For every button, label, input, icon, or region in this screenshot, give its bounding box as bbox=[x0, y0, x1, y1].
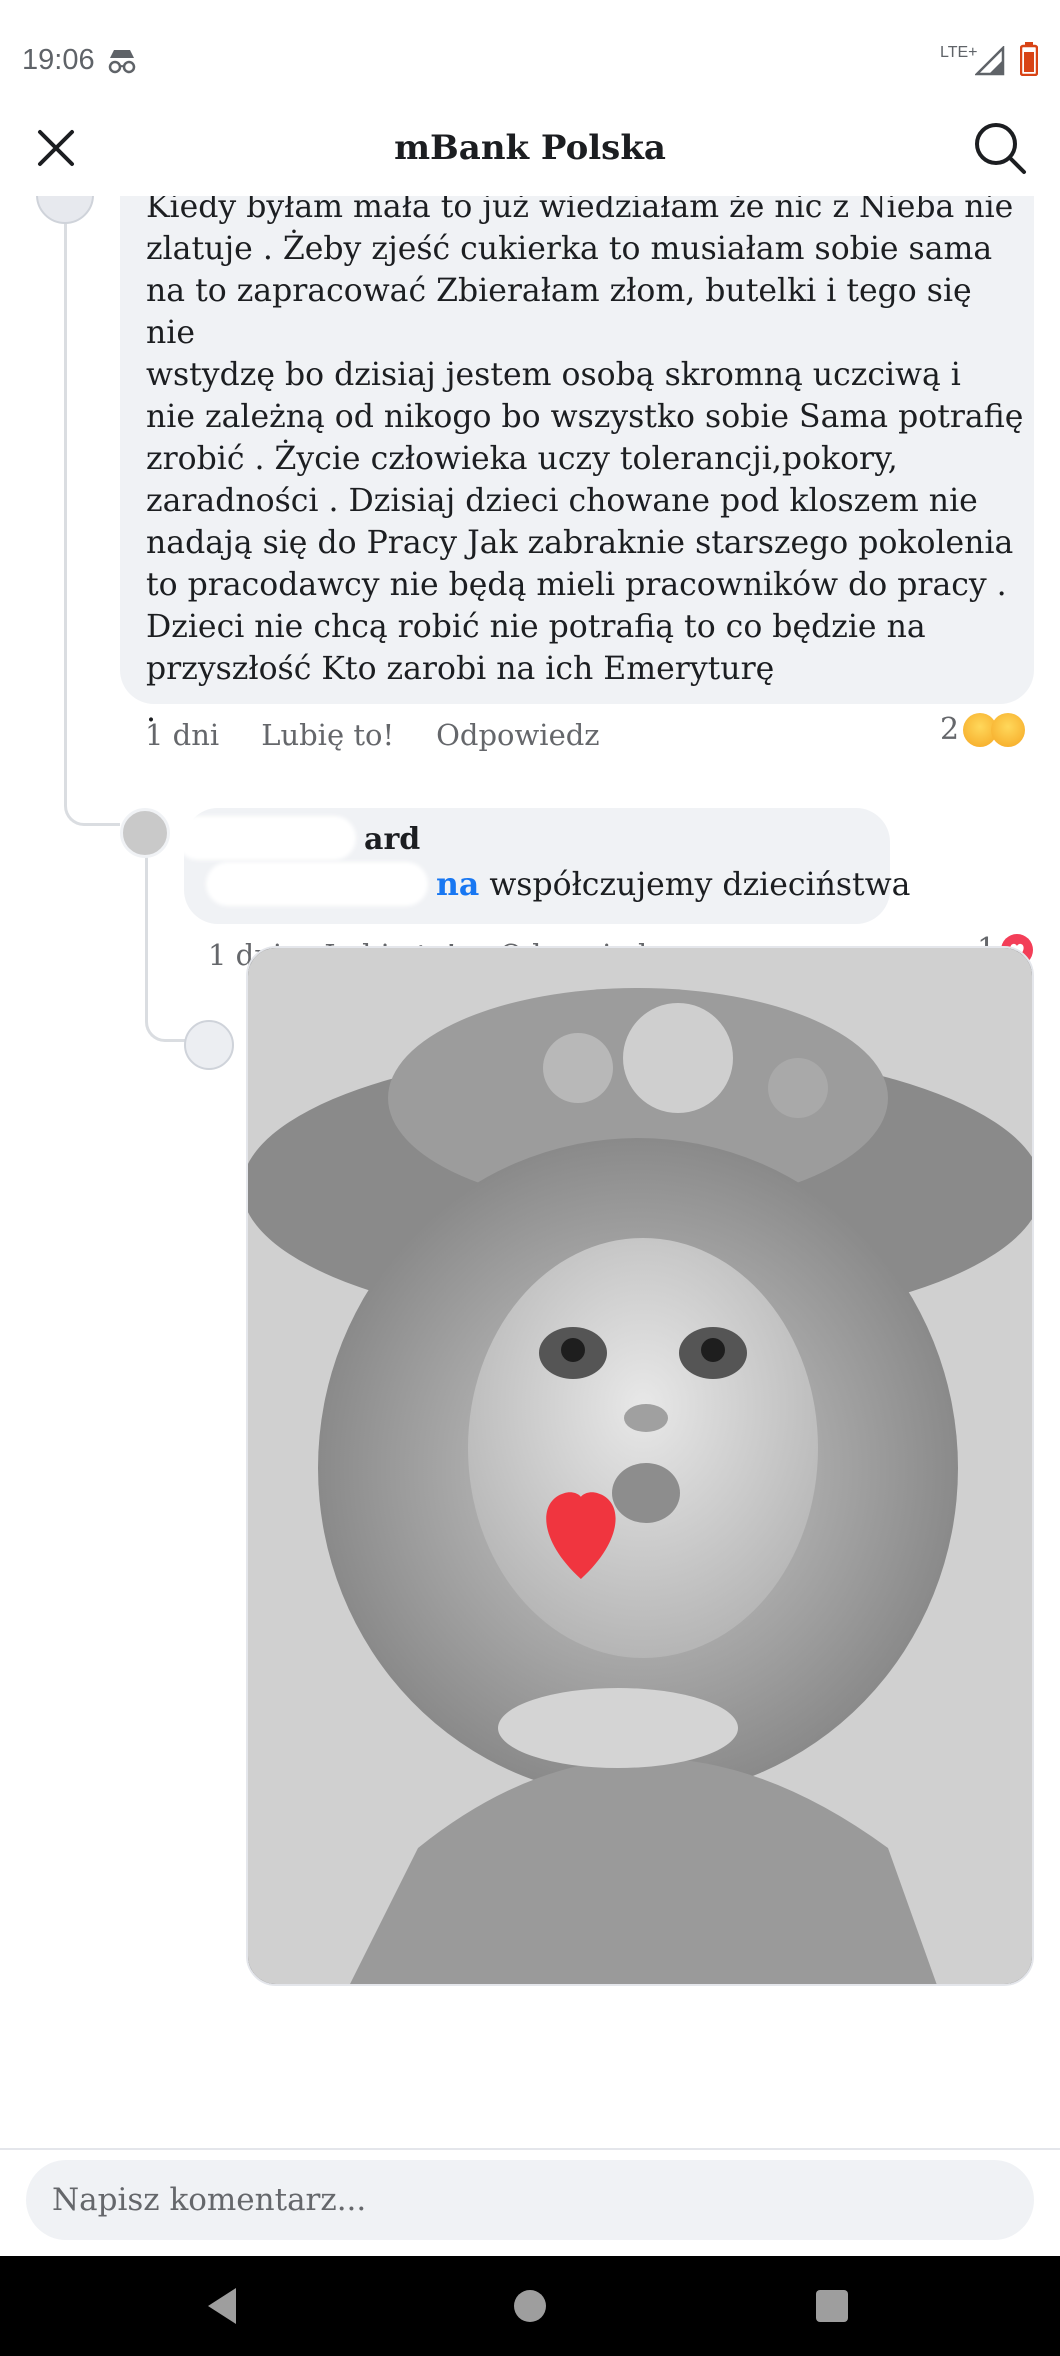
battery-icon bbox=[1020, 42, 1038, 76]
back-icon[interactable] bbox=[204, 2286, 240, 2326]
comment-author[interactable]: ard bbox=[364, 822, 420, 857]
status-time: 19:06 bbox=[22, 44, 95, 76]
system-navigation-bar bbox=[0, 2256, 1060, 2356]
signal-icon bbox=[975, 46, 1005, 76]
recents-icon[interactable] bbox=[816, 2290, 848, 2322]
network-type: LTE+ bbox=[940, 44, 978, 61]
app-header: mBank Polska bbox=[0, 100, 1060, 196]
avatar[interactable] bbox=[184, 1020, 234, 1070]
comment-bubble: Kiedy byłam mała to już wiedziałam że ni… bbox=[120, 196, 1034, 729]
comment-image[interactable] bbox=[246, 946, 1034, 1986]
search-icon[interactable] bbox=[972, 120, 1028, 176]
comment-time: 1 dni bbox=[145, 718, 220, 752]
reply-button[interactable]: Odpowiedz bbox=[436, 718, 599, 752]
reply-text: współczujemy dzieciństwa bbox=[489, 867, 911, 903]
redaction bbox=[206, 862, 428, 906]
mention-link[interactable]: na bbox=[436, 866, 479, 903]
page-title: mBank Polska bbox=[394, 128, 666, 168]
comment-actions: 1 dni Lubię to! Odpowiedz bbox=[145, 718, 600, 752]
comment-input[interactable] bbox=[26, 2160, 1034, 2240]
home-icon[interactable] bbox=[514, 2290, 546, 2322]
reaction-count: 2 bbox=[940, 712, 960, 747]
redaction bbox=[176, 816, 356, 860]
comment-text: Kiedy byłam mała to już wiedziałam że ni… bbox=[146, 196, 1024, 729]
like-button[interactable]: Lubię to! bbox=[261, 718, 394, 752]
comment-composer bbox=[0, 2148, 1060, 2256]
thread-line bbox=[145, 836, 185, 1042]
thread-line bbox=[64, 196, 120, 826]
sad-icon bbox=[991, 712, 1026, 747]
girl-blowing-kiss-image bbox=[248, 948, 1032, 1984]
avatar[interactable] bbox=[120, 808, 170, 858]
incognito-icon bbox=[108, 50, 136, 74]
reaction-summary[interactable]: 2 bbox=[940, 712, 1026, 747]
